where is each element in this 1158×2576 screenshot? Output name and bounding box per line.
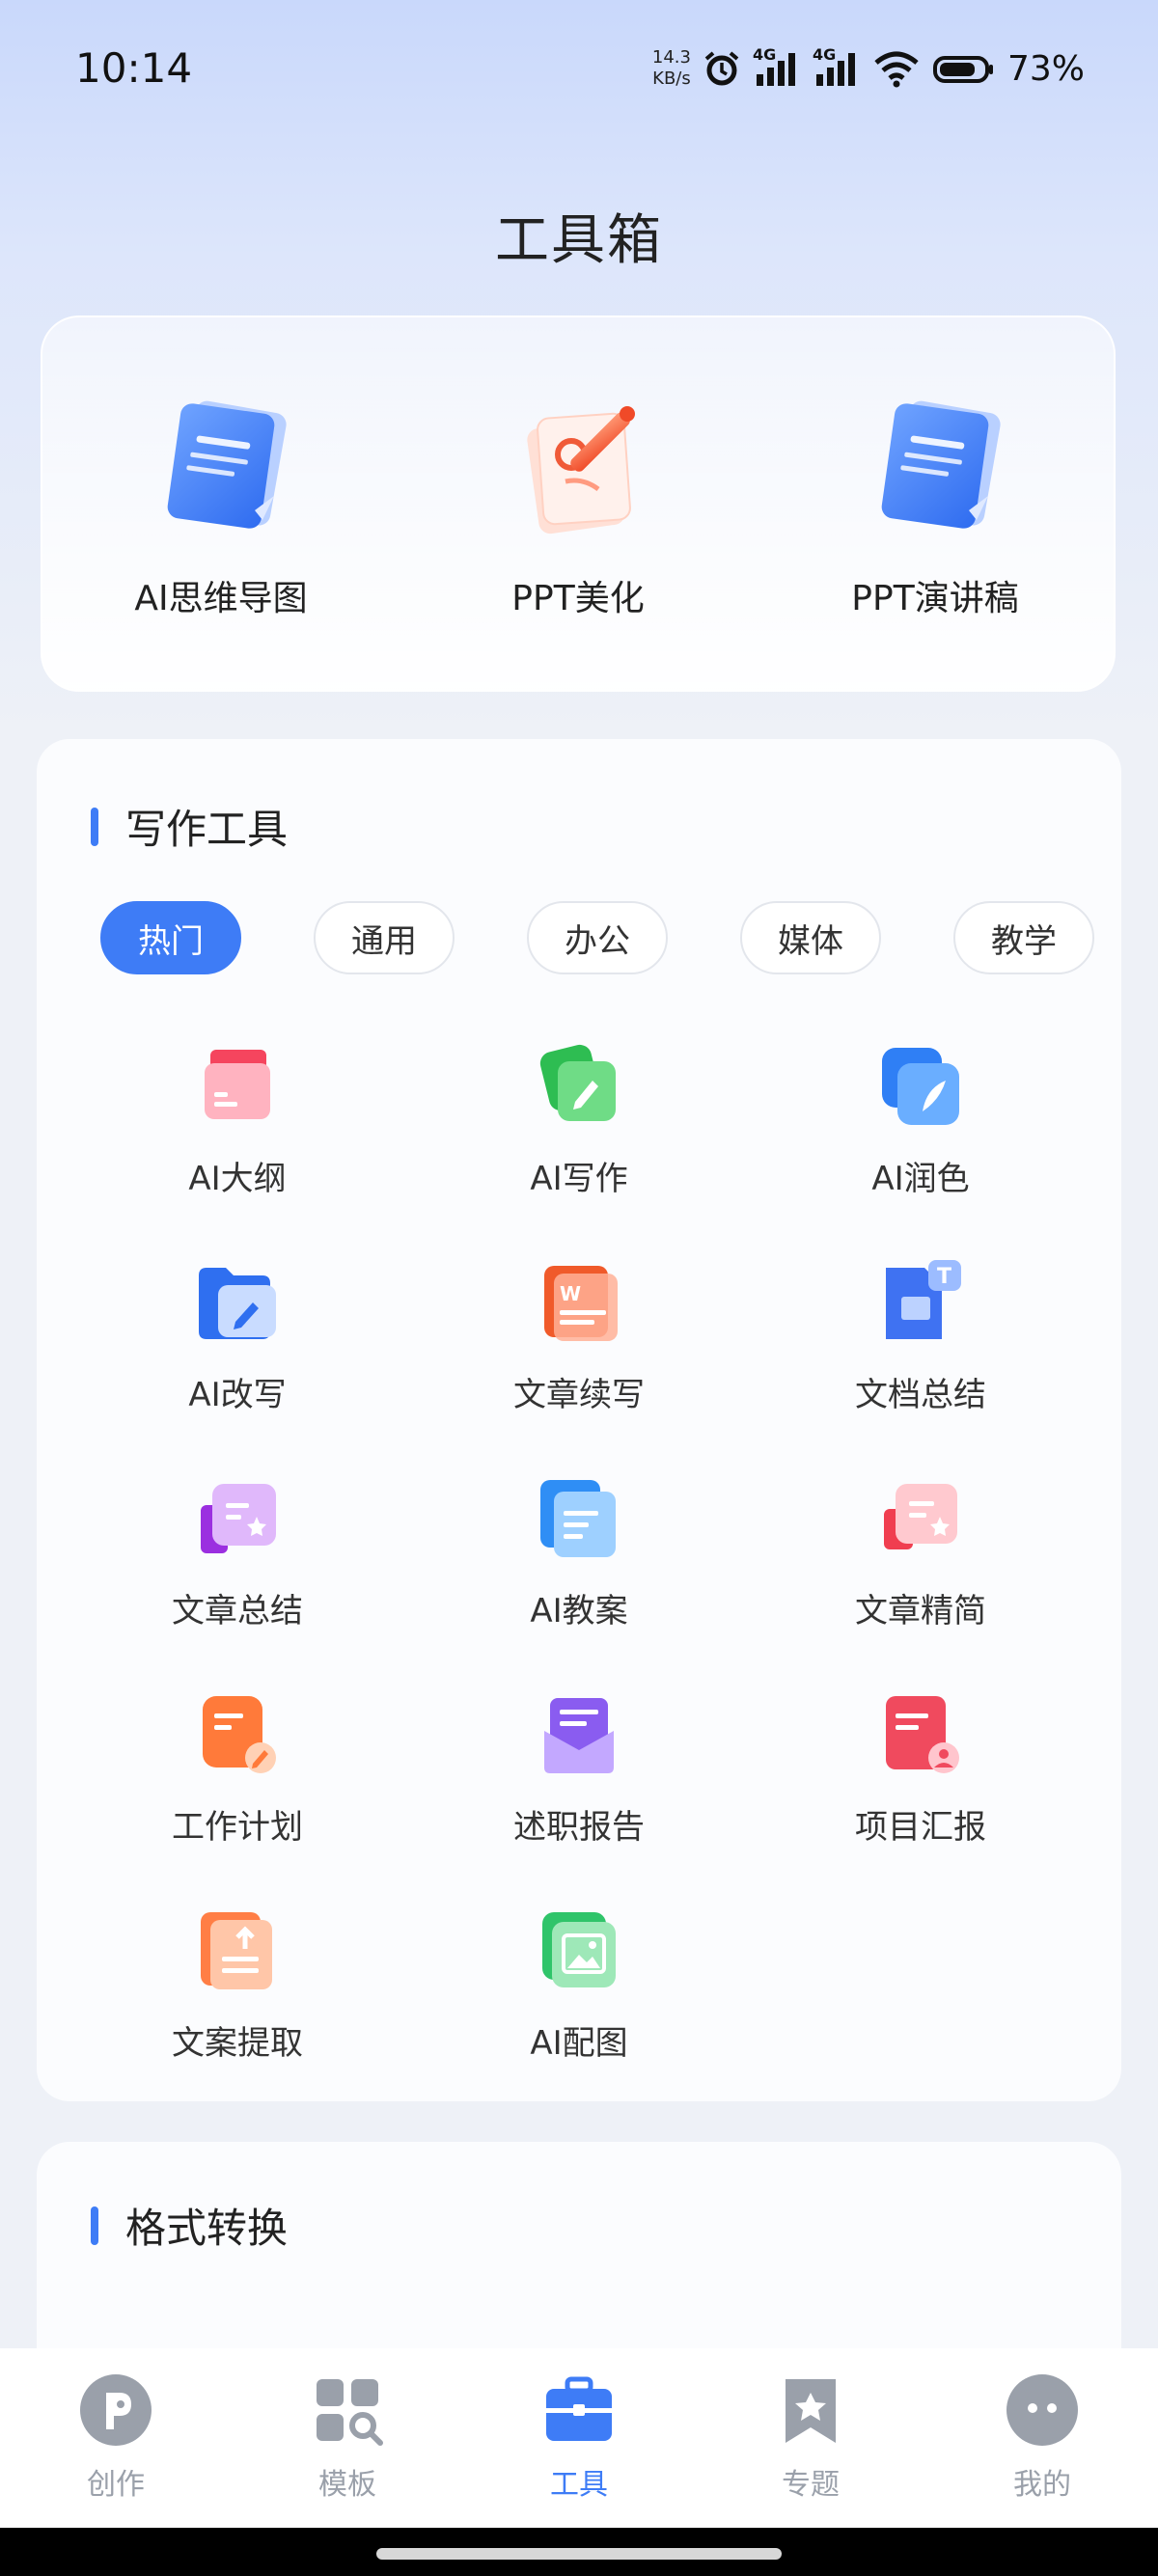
outline-icon [205,1050,270,1119]
feature-ppt-speech[interactable]: PPT演讲稿 [781,385,1089,620]
topic-icon [786,2379,836,2443]
image-gen-icon [542,1912,616,1987]
profile-icon [1006,2374,1078,2446]
nav-template[interactable]: 模板 [251,2371,444,2503]
nav-profile[interactable]: 我的 [946,2371,1139,2503]
bottom-navigation: 创作 模板 工具 专题 我的 [0,2348,1158,2528]
tab-office[interactable]: 办公 [527,901,668,974]
text-extract-icon [201,1912,272,1989]
tool-ai-writing[interactable]: AI写作 [409,1038,749,1254]
signal-icon: 4G [753,45,801,88]
battery-icon [932,49,996,88]
status-time: 10:14 [75,44,193,92]
nav-create[interactable]: 创作 [19,2371,212,2503]
feature-ppt-beautify[interactable]: PPT美化 [424,385,732,620]
article-simplify-icon [884,1484,957,1549]
tool-ai-rewrite[interactable]: AI改写 [68,1254,407,1470]
tab-hot[interactable]: 热门 [100,901,241,974]
project-report-icon [886,1696,959,1773]
tab-general[interactable]: 通用 [314,901,455,974]
tool-text-extract[interactable]: 文案提取 [68,1903,407,2119]
alarm-icon [703,49,741,88]
lesson-plan-icon [540,1480,616,1557]
doc-summary-icon: T [886,1260,961,1339]
status-icons: 14.3 KB/s 4G 4G 73% [652,44,1085,93]
polish-icon [882,1048,959,1125]
section-title-writing: 写作工具 [91,797,288,856]
signal-icon-2: 4G [813,45,861,88]
template-icon [317,2379,383,2446]
nav-tools[interactable]: 工具 [482,2371,676,2503]
tool-image-gen[interactable]: AI配图 [409,1903,749,2119]
nav-topics[interactable]: 专题 [714,2371,907,2503]
svg-text:W: W [560,1282,581,1305]
writing-icon [539,1044,616,1121]
tool-article-summary[interactable]: 文章总结 [68,1470,407,1686]
continue-writing-icon: W [544,1266,618,1341]
tool-grid: AI大纲 AI写作 AI润色 AI改写 W 文章续写 T 文档总结 文章总结 A… [37,1038,1121,2119]
category-tabs: 热门 通用 办公 媒体 教学 [100,901,1094,974]
toolbox-icon [546,2376,612,2441]
tool-project-report[interactable]: 项目汇报 [751,1686,1090,1903]
mindmap-doc-icon [134,385,308,549]
tab-media[interactable]: 媒体 [740,901,881,974]
featured-tools-card: AI思维导图 PPT美化 PPT演讲稿 [41,315,1116,692]
article-summary-icon [201,1484,276,1553]
writing-tools-card: 写作工具 热门 通用 办公 媒体 教学 AI大纲 AI写作 AI润色 AI改写 … [37,739,1121,2101]
network-speed: 14.3 KB/s [651,47,691,89]
tool-article-simplify[interactable]: 文章精简 [751,1470,1090,1686]
tool-work-plan[interactable]: 工作计划 [68,1686,407,1903]
feature-mindmap[interactable]: AI思维导图 [67,385,375,620]
tab-teaching[interactable]: 教学 [953,901,1094,974]
work-plan-icon [203,1696,276,1773]
section-accent-bar [91,807,98,846]
ppt-speech-icon [848,385,1022,549]
tool-lesson-plan[interactable]: AI教案 [409,1470,749,1686]
section-title-format: 格式转换 [91,2196,288,2255]
tool-report[interactable]: 述职报告 [409,1686,749,1903]
section-accent-bar [91,2206,98,2245]
tool-doc-summary[interactable]: T 文档总结 [751,1254,1090,1470]
rewrite-icon [199,1268,276,1339]
page-title: 工具箱 [495,209,663,272]
tool-ai-outline[interactable]: AI大纲 [68,1038,407,1254]
home-indicator[interactable] [376,2548,782,2560]
battery-percent: 73% [1006,48,1085,89]
wifi-icon [872,49,921,88]
tool-continue-writing[interactable]: W 文章续写 [409,1254,749,1470]
status-bar: 10:14 14.3 KB/s 4G 4G 73% [0,0,1158,135]
ppt-beautify-icon [491,385,665,549]
create-icon [80,2374,152,2446]
svg-text:T: T [937,1265,951,1289]
report-icon [544,1698,614,1773]
tool-ai-polish[interactable]: AI润色 [751,1038,1090,1254]
